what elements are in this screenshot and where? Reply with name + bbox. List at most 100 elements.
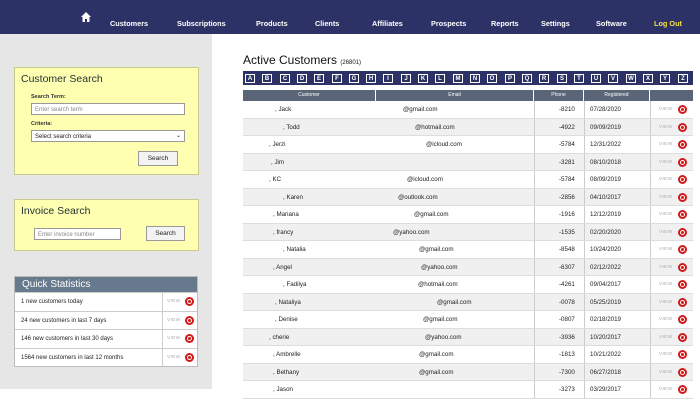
view-link[interactable]: VIEW [659, 101, 672, 118]
letter-filter-w[interactable]: W [626, 74, 636, 83]
home-icon[interactable] [80, 11, 92, 23]
search-term-input[interactable]: Enter search term [31, 103, 185, 115]
letter-filter-v[interactable]: V [608, 74, 618, 83]
view-link[interactable]: VIEW [659, 206, 672, 223]
customer-name[interactable]: , KC [269, 171, 281, 188]
magnifier-icon[interactable] [678, 105, 687, 114]
customer-name[interactable]: , Jim [271, 154, 284, 171]
magnifier-icon[interactable] [678, 367, 687, 377]
view-link[interactable]: VIEW [659, 346, 672, 363]
nav-customers[interactable]: Customers [110, 19, 148, 28]
letter-filter-n[interactable]: N [470, 74, 480, 83]
magnifier-icon[interactable] [678, 192, 687, 202]
view-link[interactable]: VIEW [167, 293, 180, 311]
letter-filter-s[interactable]: S [557, 74, 567, 83]
letter-filter-h[interactable]: H [366, 74, 376, 83]
customer-name[interactable]: , Jack [275, 101, 291, 118]
customer-name[interactable]: , Angel [273, 259, 292, 276]
magnifier-icon[interactable] [185, 297, 194, 306]
letter-filter-o[interactable]: O [487, 74, 497, 83]
view-link[interactable]: VIEW [167, 349, 180, 367]
letter-filter-j[interactable]: J [401, 74, 411, 83]
magnifier-icon[interactable] [678, 210, 687, 219]
letter-filter-l[interactable]: L [435, 74, 445, 83]
magnifier-icon[interactable] [678, 297, 687, 307]
letter-filter-z[interactable]: Z [678, 74, 688, 83]
customer-name[interactable]: , Jason [273, 381, 293, 398]
nav-reports[interactable]: Reports [491, 19, 519, 28]
customer-name[interactable]: , Nataliya [275, 294, 301, 311]
magnifier-icon[interactable] [185, 315, 194, 325]
customer-name[interactable]: , Karen [283, 189, 303, 206]
view-link[interactable]: VIEW [659, 119, 672, 136]
letter-filter-k[interactable]: K [418, 74, 428, 83]
view-link[interactable]: VIEW [659, 364, 672, 381]
customer-name[interactable]: , francy [273, 224, 293, 241]
view-link[interactable]: VIEW [659, 136, 672, 153]
view-link[interactable]: VIEW [659, 241, 672, 258]
customer-name[interactable]: , Fadilya [283, 276, 306, 293]
letter-filter-m[interactable]: M [453, 74, 463, 83]
magnifier-icon[interactable] [678, 385, 687, 394]
magnifier-icon[interactable] [678, 157, 687, 167]
letter-filter-f[interactable]: F [332, 74, 342, 83]
customer-name[interactable]: , Jerzi [269, 136, 286, 153]
view-link[interactable]: VIEW [659, 381, 672, 398]
letter-filter-a[interactable]: A [245, 74, 255, 83]
letter-filter-g[interactable]: G [349, 74, 359, 83]
view-link[interactable]: VIEW [659, 189, 672, 206]
nav-clients[interactable]: Clients [315, 19, 339, 28]
letter-filter-c[interactable]: C [280, 74, 290, 83]
letter-filter-y[interactable]: Y [660, 74, 670, 83]
nav-prospects[interactable]: Prospects [431, 19, 466, 28]
view-link[interactable]: VIEW [167, 330, 180, 348]
customer-name[interactable]: , Natalia [283, 241, 306, 258]
view-link[interactable]: VIEW [659, 154, 672, 171]
nav-settings[interactable]: Settings [541, 19, 570, 28]
view-link[interactable]: VIEW [167, 312, 180, 330]
customer-name[interactable]: , cherie [269, 329, 289, 346]
magnifier-icon[interactable] [678, 175, 687, 184]
letter-filter-b[interactable]: B [262, 74, 272, 83]
customer-name[interactable]: , Ambrelle [273, 346, 301, 363]
view-link[interactable]: VIEW [659, 171, 672, 188]
magnifier-icon[interactable] [678, 262, 687, 272]
letter-filter-t[interactable]: T [574, 74, 584, 83]
magnifier-icon[interactable] [185, 352, 194, 362]
letter-filter-x[interactable]: X [643, 74, 653, 83]
letter-filter-q[interactable]: Q [522, 74, 532, 83]
customer-name[interactable]: , Denise [275, 311, 298, 328]
view-link[interactable]: VIEW [659, 294, 672, 311]
criteria-select[interactable]: Select search criteria ⌄ [31, 130, 185, 142]
customer-name[interactable]: , Bethany [273, 364, 299, 381]
magnifier-icon[interactable] [678, 140, 687, 149]
invoice-number-input[interactable]: Enter invoice number [34, 228, 121, 240]
view-link[interactable]: VIEW [659, 276, 672, 293]
magnifier-icon[interactable] [185, 334, 194, 343]
customer-name[interactable]: , Todd [283, 119, 300, 136]
customer-search-button[interactable]: Search [138, 151, 178, 166]
view-link[interactable]: VIEW [659, 311, 672, 328]
view-link[interactable]: VIEW [659, 329, 672, 346]
magnifier-icon[interactable] [678, 245, 687, 254]
invoice-search-button[interactable]: Search [146, 226, 185, 241]
customer-name[interactable]: , Mariana [273, 206, 299, 223]
nav-affiliates[interactable]: Affiliates [372, 19, 403, 28]
letter-filter-e[interactable]: E [314, 74, 324, 83]
magnifier-icon[interactable] [678, 332, 687, 342]
letter-filter-p[interactable]: P [505, 74, 515, 83]
nav-software[interactable]: Software [596, 19, 627, 28]
nav-products[interactable]: Products [256, 19, 288, 28]
magnifier-icon[interactable] [678, 315, 687, 324]
magnifier-icon[interactable] [678, 122, 687, 132]
letter-filter-r[interactable]: R [539, 74, 549, 83]
magnifier-icon[interactable] [678, 227, 687, 237]
letter-filter-u[interactable]: U [591, 74, 601, 83]
letter-filter-d[interactable]: D [297, 74, 307, 83]
nav-subscriptions[interactable]: Subscriptions [177, 19, 226, 28]
view-link[interactable]: VIEW [659, 224, 672, 241]
logout-link[interactable]: Log Out [654, 19, 682, 28]
view-link[interactable]: VIEW [659, 259, 672, 276]
letter-filter-i[interactable]: I [383, 74, 393, 83]
magnifier-icon[interactable] [678, 350, 687, 359]
